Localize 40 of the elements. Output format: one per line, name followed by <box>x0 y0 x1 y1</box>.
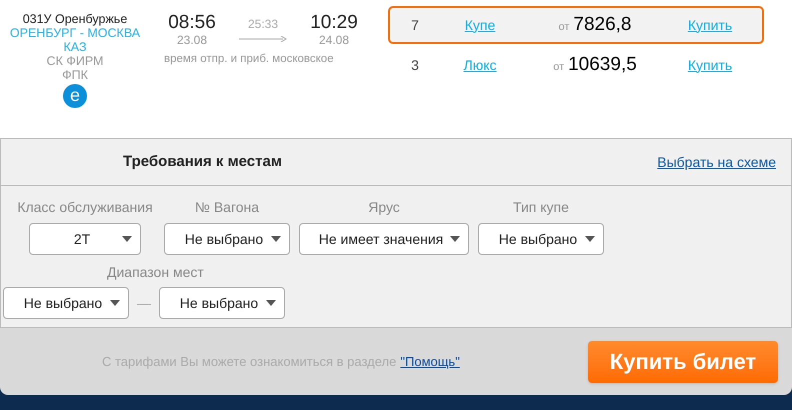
arrival-time: 10:29 <box>310 12 358 34</box>
caret-icon <box>110 300 120 306</box>
seat-count: 7 <box>410 16 420 34</box>
dropdown[interactable]: 2Т <box>29 223 141 255</box>
caret-icon <box>585 236 595 242</box>
range-separator: — <box>137 294 151 312</box>
departure-time: 08:56 <box>168 12 216 34</box>
travel-duration: 25:33 <box>248 18 278 31</box>
field-label: Класс обслуживания <box>17 198 153 217</box>
seat-count: 3 <box>410 56 420 74</box>
price: 10639,5 <box>568 52 637 77</box>
carrier-name: ФПК <box>62 68 88 82</box>
panel-title: Требования к местам <box>123 152 282 172</box>
field-label: № Вагона <box>194 198 260 217</box>
field-label: Тип купе <box>513 198 569 217</box>
field-label: Диапазон мест <box>107 263 205 282</box>
dropdown[interactable]: Не выбрано <box>478 223 604 255</box>
train-category: СК ФИРМ <box>46 54 104 68</box>
price: 7826,8 <box>573 12 632 37</box>
caret-icon <box>122 236 132 242</box>
dropdown[interactable]: Не выбрано <box>164 223 290 255</box>
caret-icon <box>450 236 460 242</box>
price-prefix: от <box>553 60 564 75</box>
dropdown[interactable]: Не имеет значения <box>299 223 469 255</box>
caret-icon <box>271 236 281 242</box>
arrow-icon <box>239 36 287 42</box>
arrival-date: 24.08 <box>318 34 350 47</box>
route-code: КАЗ <box>63 40 87 54</box>
dropdown[interactable]: Не выбрано <box>159 287 285 319</box>
help-link[interactable]: "Помощь" <box>400 352 460 372</box>
departure-date: 23.08 <box>176 34 208 47</box>
dropdown[interactable]: Не выбрано <box>3 287 129 319</box>
caret-icon <box>266 300 276 306</box>
price-prefix: от <box>558 20 570 35</box>
e-ticket-badge: e <box>63 84 87 108</box>
train-number: 031У Оренбуржье <box>22 12 128 26</box>
field-label: Ярус <box>368 198 400 217</box>
scheme-link[interactable]: Выбрать на схеме <box>657 152 776 172</box>
time-note: время отпр. и приб. московское <box>164 52 335 67</box>
train-route: ОРЕНБУРГ - МОСКВА <box>10 26 140 40</box>
